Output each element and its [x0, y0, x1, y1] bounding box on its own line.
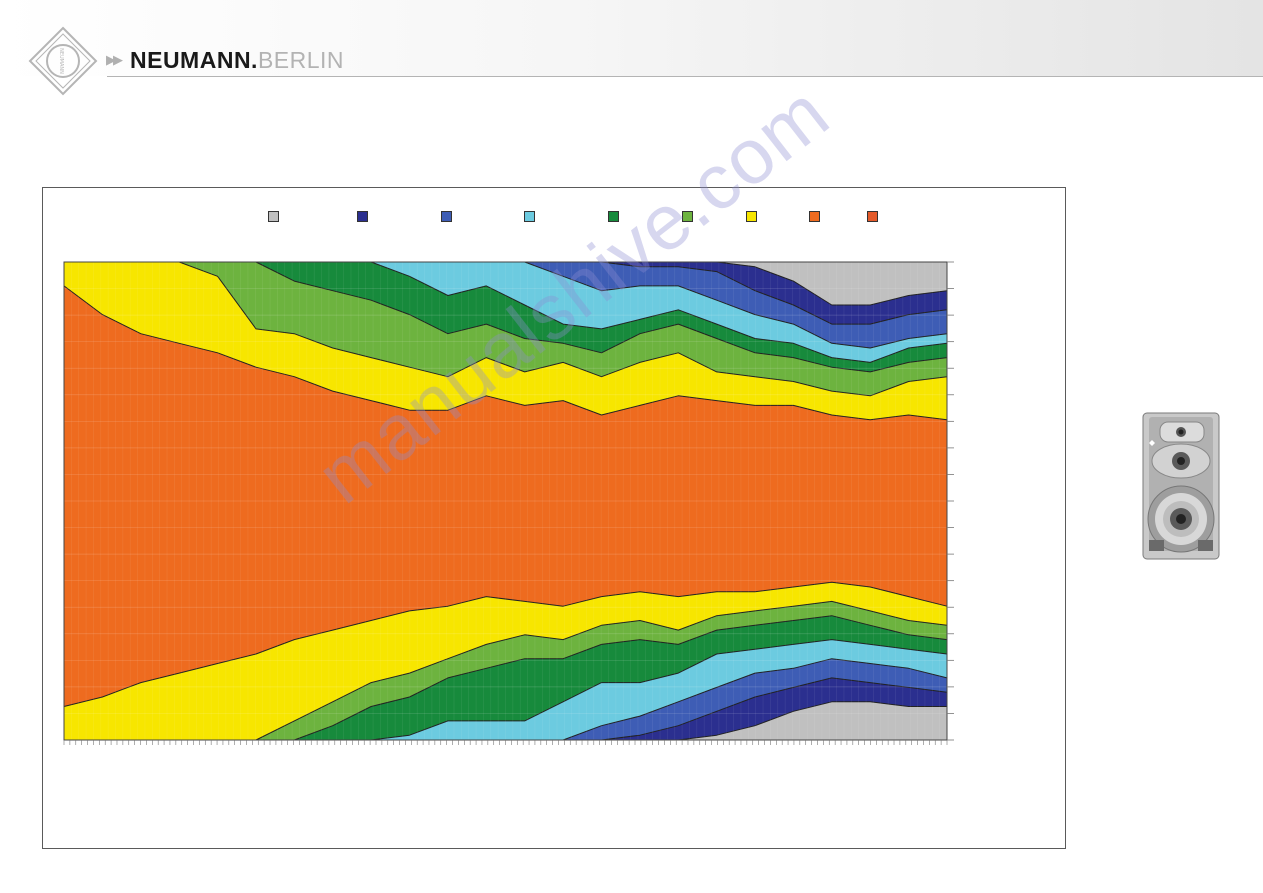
speaker-icon	[1142, 412, 1220, 560]
directivity-chart	[63, 261, 954, 745]
